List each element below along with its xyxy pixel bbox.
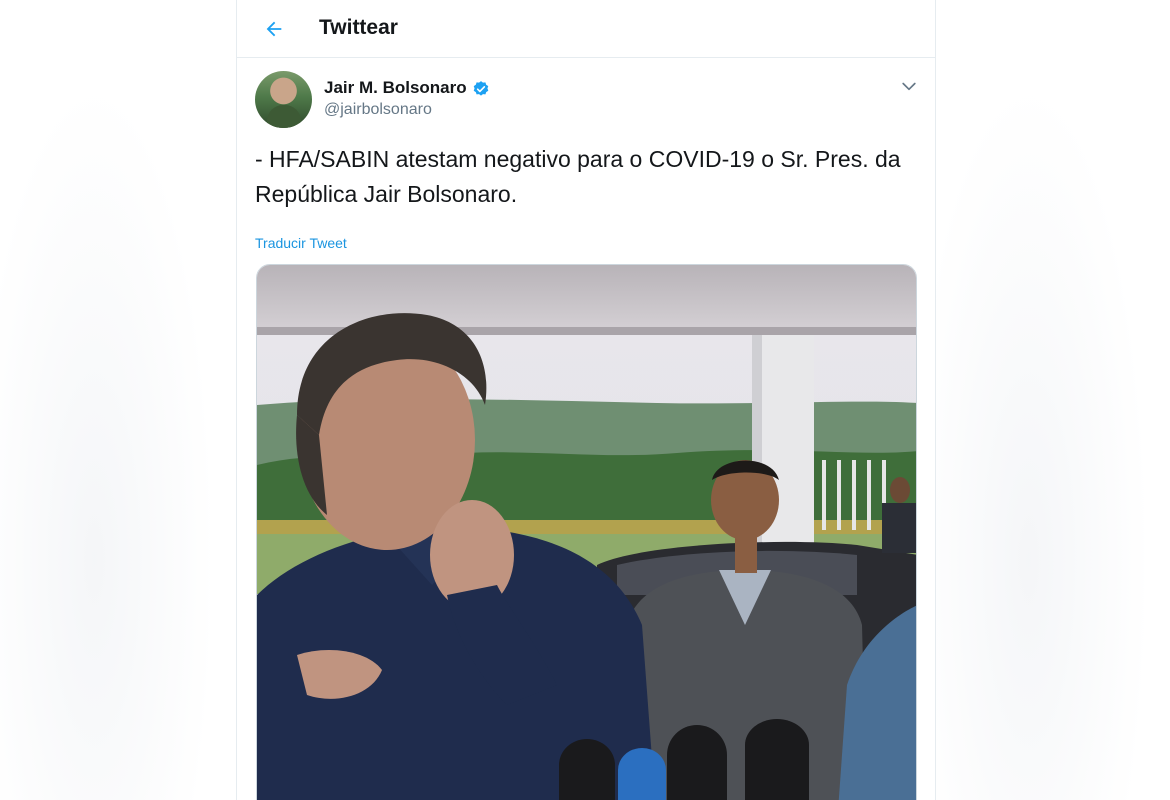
page-title: Twittear — [319, 16, 398, 39]
left-background — [0, 0, 236, 800]
author-name[interactable]: Jair M. Bolsonaro — [324, 78, 467, 98]
back-button[interactable] — [257, 12, 291, 46]
arrow-left-icon — [266, 21, 282, 37]
tweet-text: - HFA/SABIN atestam negativo para o COVI… — [255, 146, 901, 207]
chevron-down-icon[interactable] — [899, 76, 919, 96]
author-handle[interactable]: @jairbolsonaro — [324, 101, 432, 119]
timeline-column: Twittear Jair M. Bolsonaro @jairbolsonar… — [236, 0, 936, 800]
video-frame — [257, 265, 916, 800]
avatar[interactable] — [255, 71, 312, 128]
tweet-video[interactable] — [256, 264, 917, 800]
right-background — [935, 0, 1170, 800]
page-header: Twittear — [237, 0, 935, 58]
translate-tweet-link[interactable]: Traducir Tweet — [255, 235, 347, 251]
verified-badge-icon — [473, 81, 489, 96]
